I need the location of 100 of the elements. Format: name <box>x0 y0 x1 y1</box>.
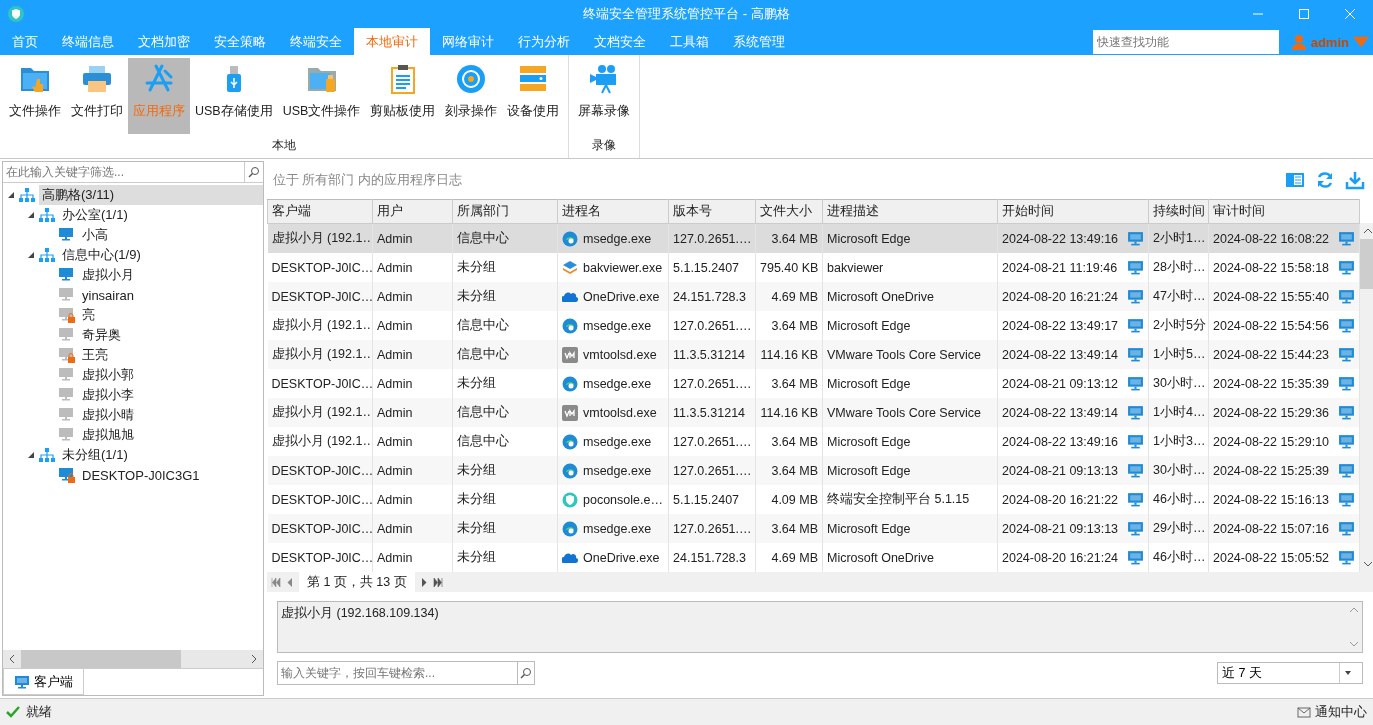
table-cell: 信息中心 <box>452 398 558 427</box>
tree-item[interactable]: 王亮 <box>79 345 111 365</box>
table-cell: DESKTOP-J0IC… <box>267 514 373 543</box>
ribbon-button[interactable]: USB文件操作 <box>277 58 366 134</box>
table-cell: msedge.exe <box>583 434 652 449</box>
table-cell: 2024-08-22 13:49:16 <box>1002 434 1119 449</box>
table-cell: msedge.exe <box>583 231 652 246</box>
table-cell: 3.64 MB <box>755 514 823 543</box>
envelope-icon[interactable] <box>1297 705 1311 719</box>
table-cell: 2024-08-22 15:44:23 <box>1213 347 1330 362</box>
column-header[interactable]: 用户 <box>372 199 453 224</box>
scroll-down-icon[interactable] <box>1363 559 1373 569</box>
tree-item[interactable]: 小高 <box>79 225 111 245</box>
monitor-icon <box>1338 404 1355 421</box>
scroll-up-icon[interactable] <box>1363 226 1373 236</box>
column-header[interactable]: 持续时间 <box>1148 199 1209 224</box>
ribbon-button[interactable]: USB存储使用 <box>190 58 278 134</box>
column-header[interactable]: 进程描述 <box>822 199 998 224</box>
detail-text: 虚拟小月 (192.168.109.134) <box>280 605 440 622</box>
table-cell: msedge.exe <box>583 318 652 333</box>
tree-item[interactable]: 奇异奥 <box>79 325 124 345</box>
table-cell: 2024-08-22 15:25:39 <box>1213 463 1330 478</box>
ribbon-button[interactable]: 文件打印 <box>66 58 128 134</box>
table-cell: 2024-08-21 09:13:13 <box>1002 463 1119 478</box>
tree-item[interactable]: 亮 <box>79 305 98 325</box>
clients-tab[interactable]: 客户端 <box>3 669 84 695</box>
shield-icon <box>562 491 578 508</box>
scrollbar-thumb[interactable] <box>21 650 181 668</box>
tree-item[interactable]: 虚拟小李 <box>79 385 137 405</box>
tree-item[interactable]: 虚拟旭旭 <box>79 425 137 445</box>
tree-item[interactable]: 虚拟小郭 <box>79 365 137 385</box>
monitor-icon <box>1127 549 1144 566</box>
tree-item[interactable]: yinsairan <box>79 286 138 304</box>
search-icon[interactable] <box>248 166 260 178</box>
user-icon <box>1290 34 1307 50</box>
org-chart-icon <box>39 448 55 462</box>
last-page-icon[interactable] <box>432 577 443 587</box>
vm-icon <box>562 404 578 421</box>
columns-icon[interactable] <box>1285 170 1305 190</box>
table-cell: Microsoft Edge <box>822 514 998 543</box>
collapse-arrow-icon[interactable] <box>27 451 35 459</box>
first-page-icon[interactable] <box>271 577 281 587</box>
quick-search-field[interactable]: 快速查找功能 <box>1092 30 1279 54</box>
table-cell: 114.16 KB <box>755 340 823 369</box>
table-cell: 信息中心 <box>452 340 558 369</box>
table-cell: msedge.exe <box>583 376 652 391</box>
column-header[interactable]: 版本号 <box>668 199 756 224</box>
scroll-right-icon[interactable] <box>249 654 259 664</box>
previous-page-icon[interactable] <box>285 577 295 587</box>
download-icon[interactable] <box>1345 170 1365 190</box>
ribbon-button[interactable]: 刻录操作 <box>440 58 503 134</box>
table-cell: 4.69 MB <box>755 282 823 311</box>
column-header[interactable]: 文件大小 <box>755 199 823 224</box>
tree-item[interactable]: 信息中心(1/9) <box>59 245 144 265</box>
tree-item[interactable]: 虚拟小晴 <box>79 405 137 425</box>
ribbon-button[interactable]: 文件操作 <box>4 58 66 134</box>
table-cell: 29小时… <box>1148 514 1209 543</box>
table-cell: Microsoft OneDrive <box>822 282 998 311</box>
column-header[interactable]: 开始时间 <box>997 199 1149 224</box>
table-row[interactable]: 虚拟小月 (192.1… Admin 信息中心 vmtoolsd.exe 11.3.5.31214 114.16 KB VMware Tools Core Service 2024-08-22 13:49:14 1小时5… 2024-08-22 15:44:23 <box>267 340 1360 369</box>
time-range-dropdown[interactable]: 近 7 天 <box>1217 662 1363 684</box>
table-row[interactable]: DESKTOP-J0IC… Admin 未分组 OneDrive.exe 24.151.728.3 4.69 MB Microsoft OneDrive 2024-08-20 16:21:24 47小时… 2024-08-22 15:55:40 <box>267 282 1360 311</box>
ribbon-button[interactable]: 屏幕录像 <box>573 58 636 134</box>
column-header[interactable]: 客户端 <box>267 199 373 224</box>
table-row[interactable]: 虚拟小月 (192.1… Admin 信息中心 msedge.exe 127.0.2651.… 3.64 MB Microsoft Edge 2024-08-22 13:49:16 2小时1… 2024-08-22 16:08:22 <box>267 223 1360 253</box>
table-cell: Microsoft Edge <box>822 456 998 485</box>
collapse-arrow-icon[interactable] <box>27 251 35 259</box>
search-icon[interactable] <box>520 667 532 679</box>
tree-item[interactable]: 办公室(1/1) <box>59 205 131 225</box>
tree-item[interactable]: 高鹏格(3/11) <box>39 185 263 205</box>
collapse-arrow-icon[interactable] <box>7 191 15 199</box>
scrollbar-thumb[interactable] <box>1360 239 1373 289</box>
tree-item[interactable]: 未分组(1/1) <box>59 445 131 465</box>
column-header[interactable]: 审计时间 <box>1208 199 1360 224</box>
monitor-icon <box>1338 230 1355 247</box>
column-header[interactable]: 进程名 <box>557 199 669 224</box>
edge-icon <box>562 375 578 392</box>
monitor-icon <box>1127 433 1144 450</box>
table-cell: 未分组 <box>452 282 558 311</box>
refresh-icon[interactable] <box>1315 170 1335 190</box>
table-row[interactable]: 虚拟小月 (192.1… Admin 信息中心 vmtoolsd.exe 11.3.5.31214 114.16 KB VMware Tools Core Service 2024-08-22 13:49:14 1小时4… 2024-08-22 15:29:36 <box>267 398 1360 427</box>
filter-field[interactable]: 在此输入关键字筛选... <box>3 162 244 183</box>
tree-item[interactable]: 虚拟小月 <box>79 265 137 285</box>
ribbon-button[interactable]: 剪贴板使用 <box>365 58 441 134</box>
table-row[interactable]: DESKTOP-J0IC… Admin 未分组 msedge.exe 127.0.2651.… 3.64 MB Microsoft Edge 2024-08-21 09:13:13 30小时… 2024-08-22 15:25:39 <box>267 456 1360 485</box>
table-cell: 2小时1… <box>1148 223 1209 253</box>
table-cell: OneDrive.exe <box>583 289 660 304</box>
monitor-icon <box>1127 317 1144 334</box>
scroll-left-icon[interactable] <box>7 654 17 664</box>
keyword-search-field[interactable]: 输入关键字，按回车键检索... <box>277 661 517 685</box>
disc-icon <box>455 63 488 95</box>
table-cell: 2024-08-22 16:08:22 <box>1213 231 1330 246</box>
table-row[interactable]: DESKTOP-J0IC… Admin 未分组 msedge.exe 127.0.2651.… 3.64 MB Microsoft Edge 2024-08-21 09:13:13 29小时… 2024-08-22 15:07:16 <box>267 514 1360 543</box>
shield-logo-icon <box>8 6 24 22</box>
collapse-arrow-icon[interactable] <box>27 211 35 219</box>
ribbon-button[interactable]: 设备使用 <box>502 58 565 134</box>
table-cell: 2024-08-22 15:05:52 <box>1213 550 1330 565</box>
tree-item[interactable]: DESKTOP-J0IC3G1 <box>79 466 203 484</box>
notification-center-link[interactable]: 通知中心 <box>1315 703 1367 721</box>
column-header[interactable]: 所属部门 <box>452 199 558 224</box>
